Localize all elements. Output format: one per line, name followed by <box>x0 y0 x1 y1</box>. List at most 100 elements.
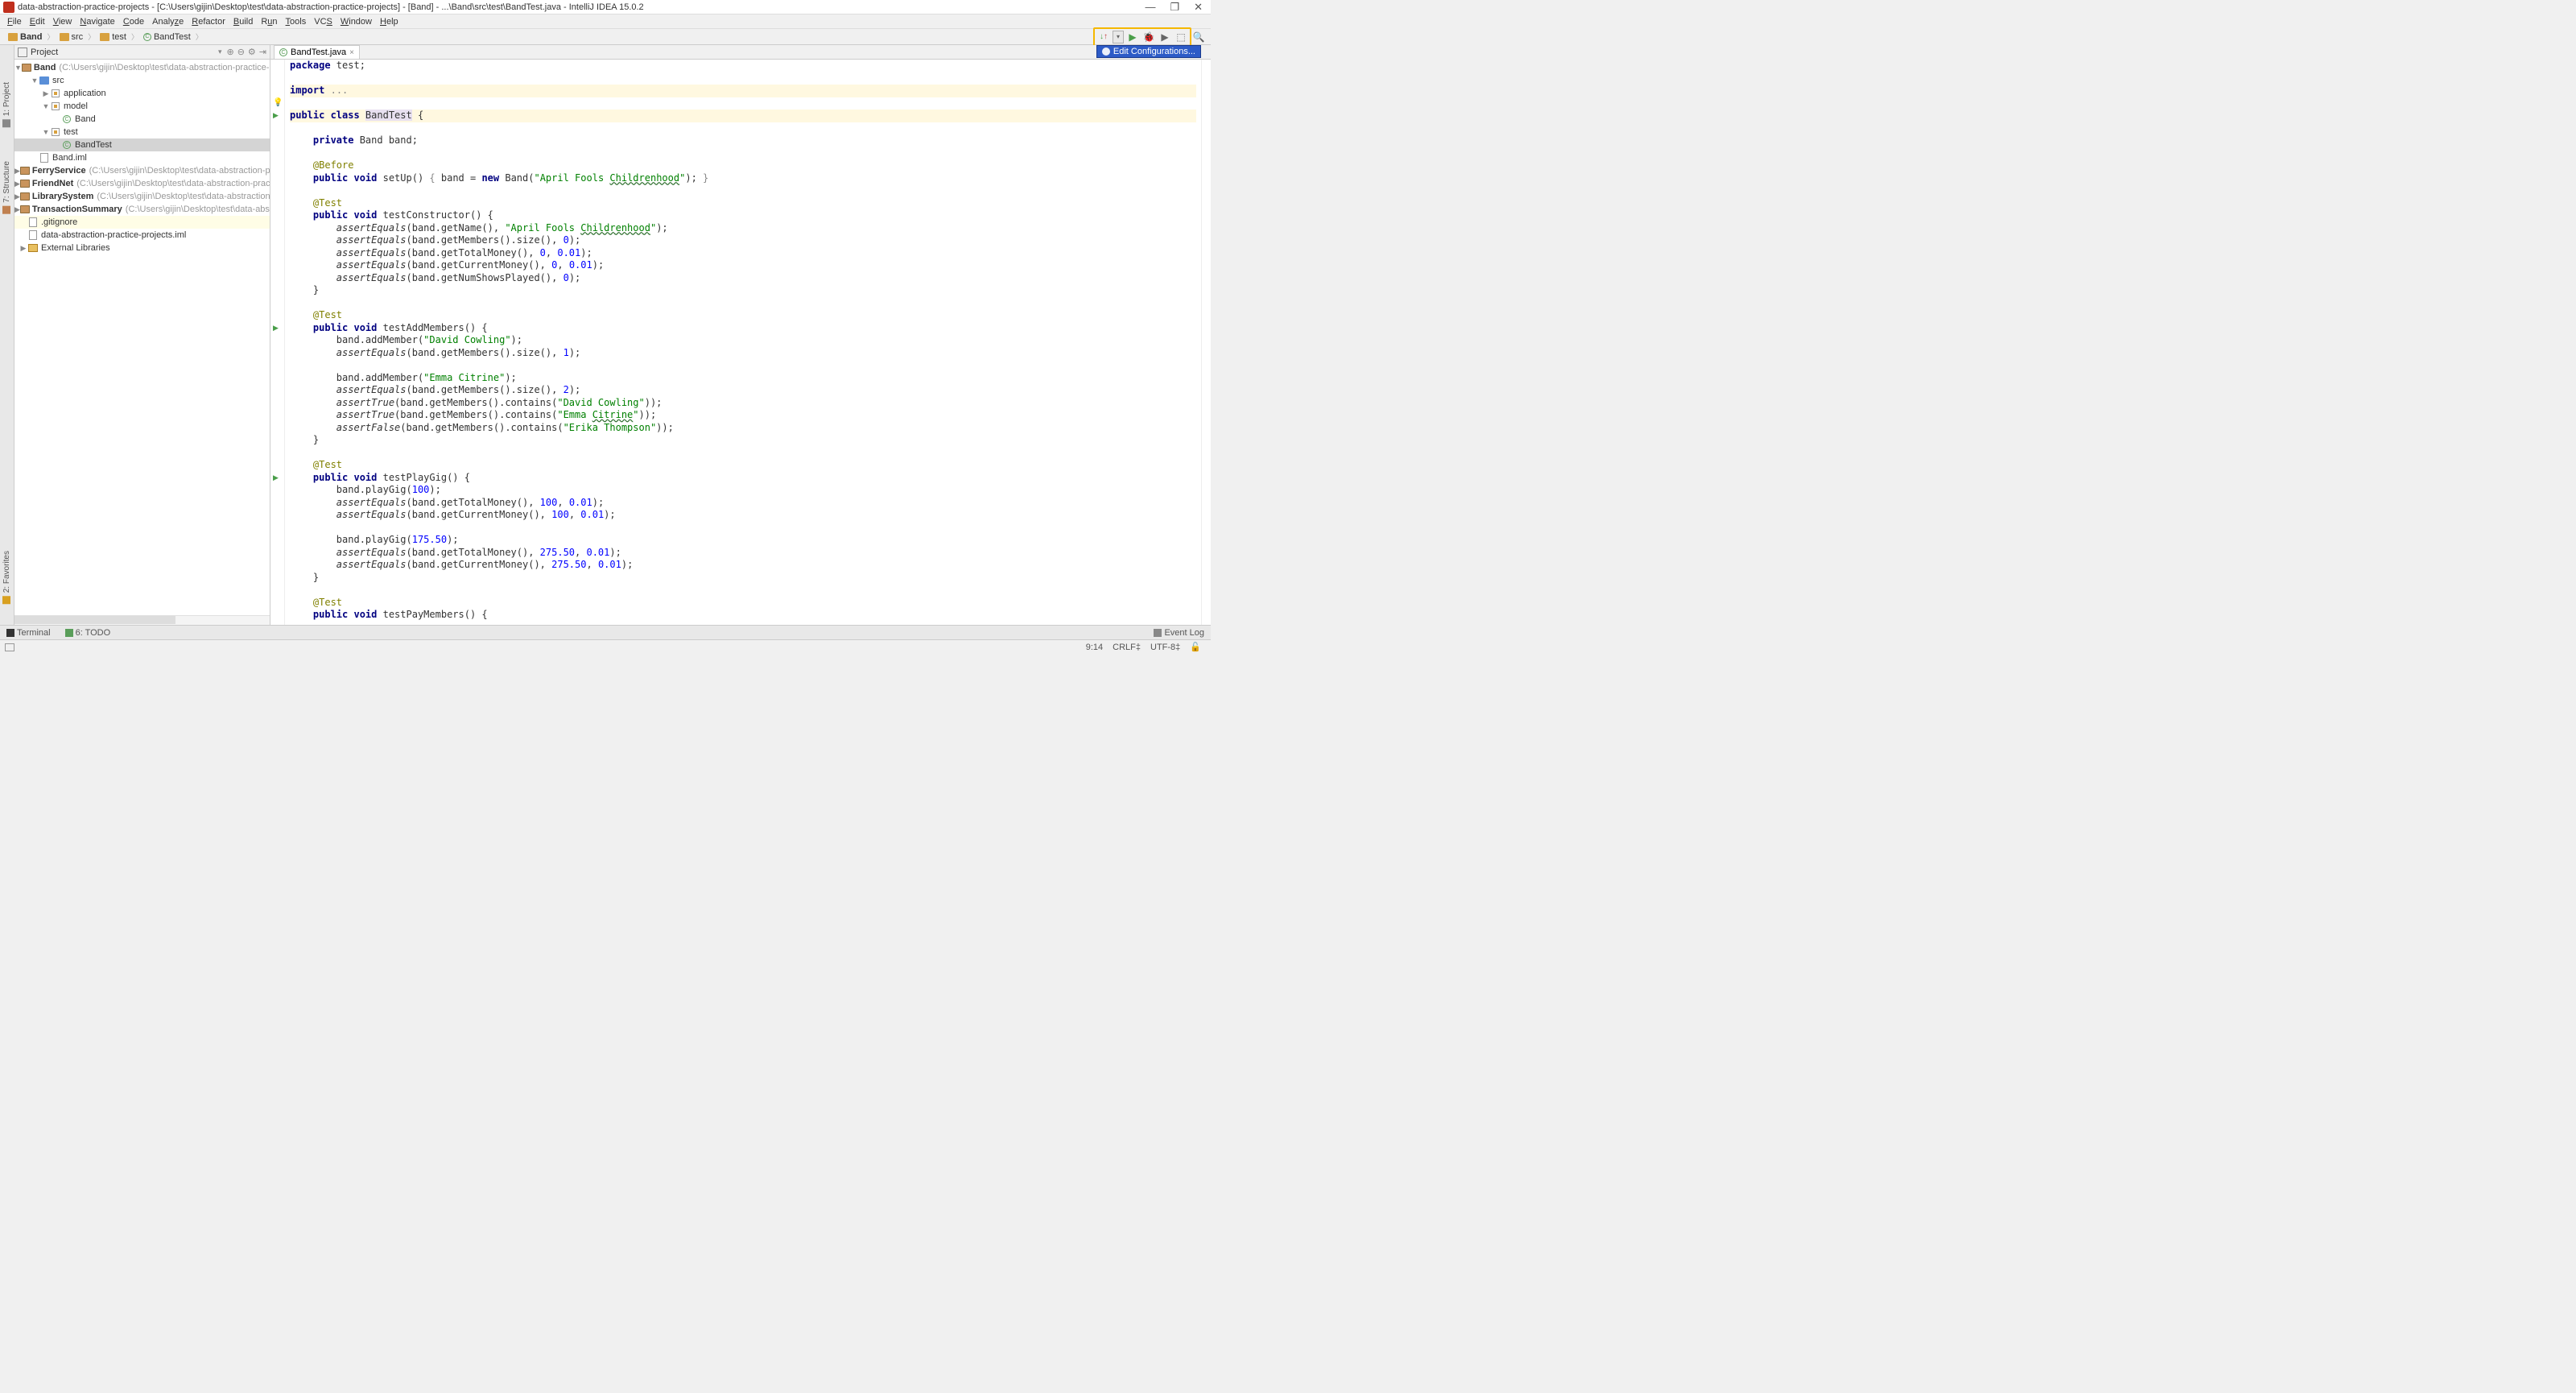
tree-label: model <box>64 101 88 111</box>
menu-help[interactable]: Help <box>376 17 402 27</box>
settings-icon[interactable]: ⚙ <box>248 47 256 57</box>
event-log-icon <box>1154 629 1162 637</box>
debug-icon[interactable]: 🐞 <box>1141 30 1156 44</box>
hide-icon[interactable]: ⇥ <box>259 47 266 57</box>
search-everywhere-icon[interactable]: 🔍 <box>1191 30 1206 44</box>
tree-row-ferry[interactable]: ▶FerryService(C:\Users\gijin\Desktop\tes… <box>14 164 270 177</box>
tree-path: (C:\Users\gijin\Desktop\test\data-abstra… <box>59 63 270 72</box>
menu-code[interactable]: Code <box>119 17 148 27</box>
stop-icon[interactable]: ⬚ <box>1174 30 1188 44</box>
run-gutter-icon[interactable]: ▶ <box>273 111 279 120</box>
edit-configurations-popup[interactable]: Edit Configurations... <box>1096 45 1201 58</box>
tree-path: (C:\Users\gijin\Desktop\test\data-abstra… <box>97 192 270 201</box>
tree-row-bandtest[interactable]: CBandTest <box>14 138 270 151</box>
crumb-src[interactable]: src <box>56 32 87 42</box>
tool-label: Terminal <box>17 628 51 638</box>
tree-row-band-iml[interactable]: Band.iml <box>14 151 270 164</box>
tab-bandtest[interactable]: C BandTest.java × <box>274 45 360 59</box>
class-icon: C <box>143 33 151 41</box>
project-tree[interactable]: ▼Band(C:\Users\gijin\Desktop\test\data-a… <box>14 60 270 615</box>
terminal-tool[interactable]: Terminal <box>3 628 54 638</box>
read-only-toggle[interactable]: 🔓 <box>1185 642 1206 652</box>
coverage-icon[interactable]: ▶ <box>1158 30 1172 44</box>
menu-file[interactable]: File <box>3 17 26 27</box>
folder-icon <box>100 33 109 41</box>
error-stripe[interactable] <box>1201 60 1211 625</box>
statusbar: 9:14 CRLF‡ UTF-8‡ 🔓 <box>0 639 1211 654</box>
crumb-label: BandTest <box>154 32 191 42</box>
menu-analyze[interactable]: Analyze <box>148 17 188 27</box>
status-message-icon[interactable] <box>5 643 14 651</box>
tree-path: (C:\Users\gijin\Desktop\test\data-abstra… <box>89 166 270 176</box>
run-gutter-icon[interactable]: ▶ <box>273 473 279 482</box>
module-icon <box>20 167 30 175</box>
minimize-button[interactable]: — <box>1145 1 1155 14</box>
editor-gutter[interactable]: 💡 ▶ ▶ ▶ <box>270 60 285 625</box>
menu-edit[interactable]: Edit <box>26 17 49 27</box>
tab-label: BandTest.java <box>291 48 346 57</box>
close-button[interactable]: ✕ <box>1194 1 1203 14</box>
todo-tool[interactable]: 6: TODO <box>62 628 114 638</box>
crumb-bandtest[interactable]: CBandTest <box>140 32 194 42</box>
tool-tab-label: 7: Structure <box>2 161 11 203</box>
tree-label: test <box>64 127 78 137</box>
terminal-icon <box>6 629 14 637</box>
crumb-band[interactable]: Band <box>5 32 46 42</box>
intention-bulb-icon[interactable]: 💡 <box>273 98 283 107</box>
menu-view[interactable]: View <box>49 17 76 27</box>
tool-label: Event Log <box>1164 628 1204 638</box>
file-icon <box>40 153 48 163</box>
menu-run[interactable]: Run <box>257 17 281 27</box>
editor-tabs: C BandTest.java × Edit Configurations... <box>270 45 1211 60</box>
bottom-tool-row: Terminal 6: TODO Event Log <box>0 625 1211 639</box>
crumb-test[interactable]: test <box>97 32 130 42</box>
tree-row-band[interactable]: ▼Band(C:\Users\gijin\Desktop\test\data-a… <box>14 61 270 74</box>
scroll-to-source-icon[interactable]: ⊕ <box>226 47 233 57</box>
module-icon <box>20 180 30 188</box>
file-encoding[interactable]: UTF-8‡ <box>1146 643 1185 652</box>
tree-label: application <box>64 89 106 98</box>
tree-label: .gitignore <box>41 217 77 227</box>
dropdown-icon[interactable]: ▾ <box>218 48 222 56</box>
tree-row-band-class[interactable]: CBand <box>14 113 270 126</box>
h-scrollbar[interactable] <box>14 616 175 624</box>
tree-row-trans[interactable]: ▶TransactionSummary(C:\Users\gijin\Deskt… <box>14 203 270 216</box>
tree-row-gitignore[interactable]: .gitignore <box>14 216 270 229</box>
line-separator[interactable]: CRLF‡ <box>1108 643 1146 652</box>
menu-window[interactable]: Window <box>336 17 376 27</box>
tree-row-library[interactable]: ▶LibrarySystem(C:\Users\gijin\Desktop\te… <box>14 190 270 203</box>
tree-row-iml[interactable]: data-abstraction-practice-projects.iml <box>14 229 270 242</box>
tree-label: FerryService <box>32 166 86 176</box>
package-icon <box>52 128 60 136</box>
run-gutter-icon[interactable]: ▶ <box>273 324 279 333</box>
collapse-icon[interactable]: ⊖ <box>237 47 245 57</box>
menu-vcs[interactable]: VCS <box>310 17 336 27</box>
tree-row-extlib[interactable]: ▶External Libraries <box>14 242 270 254</box>
project-tool-tab[interactable]: 1: Project <box>2 77 12 132</box>
menu-navigate[interactable]: Navigate <box>76 17 118 27</box>
structure-tool-tab[interactable]: 7: Structure <box>2 156 12 219</box>
cursor-position[interactable]: 9:14 <box>1081 643 1108 652</box>
tool-tab-label: 2: Favorites <box>2 551 11 593</box>
project-panel-icon <box>18 48 27 57</box>
run-icon[interactable]: ▶ <box>1125 30 1140 44</box>
menu-refactor[interactable]: Refactor <box>188 17 229 27</box>
menu-tools[interactable]: Tools <box>282 17 311 27</box>
tree-label: TransactionSummary <box>32 205 122 214</box>
tree-row-friendnet[interactable]: ▶FriendNet(C:\Users\gijin\Desktop\test\d… <box>14 177 270 190</box>
code-editor[interactable]: package test; import ... public class Ba… <box>285 60 1201 625</box>
tree-row-model[interactable]: ▼model <box>14 100 270 113</box>
run-toolbar-highlight: ▾ ▶ 🐞 ▶ ⬚ <box>1093 27 1191 47</box>
favorites-tool-tab[interactable]: 2: Favorites <box>2 546 12 609</box>
menu-build[interactable]: Build <box>229 17 257 27</box>
run-config-dropdown[interactable]: ▾ <box>1113 31 1124 43</box>
tree-row-src[interactable]: ▼src <box>14 74 270 87</box>
close-tab-icon[interactable]: × <box>349 48 354 57</box>
tree-row-test[interactable]: ▼test <box>14 126 270 138</box>
tree-row-application[interactable]: ▶application <box>14 87 270 100</box>
chevron-right-icon: 〉 <box>88 31 95 42</box>
maximize-button[interactable]: ❐ <box>1170 1 1179 14</box>
event-log-tool[interactable]: Event Log <box>1150 628 1208 638</box>
module-icon <box>20 205 30 213</box>
make-project-icon[interactable] <box>1096 30 1111 44</box>
